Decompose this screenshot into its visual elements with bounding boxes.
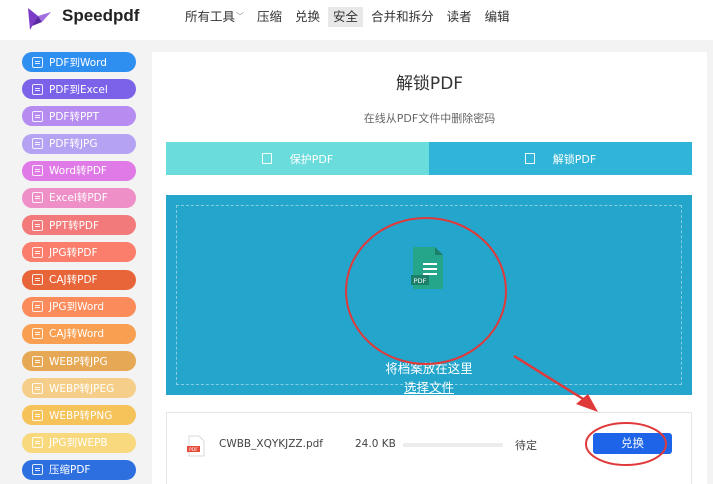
file-convert-icon — [32, 110, 43, 122]
sidebar-item[interactable]: 压缩PDF — [22, 459, 136, 480]
pdf-file-icon: PDF — [187, 435, 205, 457]
nav-label: 安全 — [333, 9, 359, 24]
sidebar-item[interactable]: Word转PDF — [22, 160, 136, 181]
sidebar-item[interactable]: PDF转JPG — [22, 133, 136, 154]
file-convert-icon — [32, 165, 43, 177]
file-convert-icon — [32, 437, 43, 449]
dropzone-text: 将档案放在这里 — [385, 361, 473, 376]
top-bar: Speedpdf 所有工具 ﹀ 压缩 兑换 安全 合并和拆分 读者 编辑 — [0, 0, 713, 40]
main-panel: 解锁PDF 在线从PDF文件中删除密码 保护PDF 解锁PDF PDF 将档案放… — [152, 52, 707, 484]
file-size: 24.0 KB — [355, 438, 396, 450]
sidebar-item-label: JPG转PDF — [49, 246, 98, 259]
file-convert-icon — [32, 219, 43, 231]
sidebar-item[interactable]: CAJ转PDF — [22, 269, 136, 290]
speedpdf-logo-icon[interactable] — [24, 6, 52, 32]
file-convert-icon — [32, 464, 43, 476]
file-row: PDF CWBB_XQYKJZZ.pdf 24.0 KB 待定 兑换 — [166, 412, 692, 484]
chevron-down-icon: ﹀ — [236, 12, 245, 21]
sidebar-item[interactable]: CAJ转Word — [22, 323, 136, 344]
nav-label: 兑换 — [295, 9, 321, 24]
tab-label: 解锁PDF — [552, 152, 597, 166]
lock-file-icon — [261, 153, 272, 164]
sidebar-item-label: CAJ转Word — [49, 328, 105, 341]
page-subtitle: 在线从PDF文件中删除密码 — [363, 112, 496, 125]
file-convert-icon — [32, 301, 43, 313]
tool-sidebar: PDF到Word PDF到Excel PDF转PPT PDF转JPG Word转PDF E… — [22, 52, 136, 484]
nav-label: 所有工具 — [185, 9, 236, 24]
page-title: 解锁PDF — [395, 74, 464, 94]
sidebar-item[interactable]: WEBP转PNG — [22, 405, 136, 426]
sidebar-item[interactable]: JPG转PDF — [22, 242, 136, 263]
nav-label: 编辑 — [484, 9, 510, 24]
sidebar-item[interactable]: PDF转PPT — [22, 106, 136, 127]
tab-protect-pdf[interactable]: 保护PDF — [166, 142, 429, 175]
sidebar-item[interactable]: WEBP转JPEG — [22, 378, 136, 399]
nav-reader[interactable]: 读者 — [442, 7, 477, 27]
file-convert-icon — [32, 192, 43, 204]
file-convert-icon — [32, 83, 43, 95]
sidebar-item-label: JPG到WEPB — [49, 437, 108, 450]
file-convert-icon — [32, 355, 43, 367]
sidebar-item[interactable]: JPG到Word — [22, 296, 136, 317]
sidebar-item-label: PDF转JPG — [49, 138, 98, 151]
sidebar-item-label: PDF转PPT — [49, 110, 100, 123]
nav-convert[interactable]: 兑换 — [290, 7, 325, 27]
file-convert-icon — [32, 246, 43, 258]
nav-label: 压缩 — [257, 9, 283, 24]
sidebar-item[interactable]: Excel转PDF — [22, 187, 136, 208]
sidebar-item-label: Word转PDF — [49, 165, 107, 178]
pdf-file-icon: PDF — [411, 247, 443, 289]
nav-security[interactable]: 安全 — [328, 7, 364, 27]
nav-label: 读者 — [446, 9, 472, 24]
sidebar-item[interactable]: JPG到WEPB — [22, 432, 136, 453]
file-status: 待定 — [515, 439, 537, 452]
nav-label: 合并和拆分 — [371, 9, 434, 24]
sidebar-item-label: CAJ转PDF — [49, 274, 98, 286]
convert-button[interactable]: 兑换 — [593, 433, 672, 454]
sidebar-item-label: PPT转PDF — [49, 219, 100, 232]
nav-compress[interactable]: 压缩 — [252, 7, 287, 27]
brand-name[interactable]: Speedpdf — [62, 6, 139, 26]
progress-bar — [403, 443, 503, 447]
unlock-file-icon — [524, 153, 535, 164]
mode-tabs: 保护PDF 解锁PDF — [166, 142, 692, 175]
sidebar-item-label: PDF到Word — [49, 56, 107, 69]
file-convert-icon — [32, 328, 43, 340]
sidebar-item[interactable]: PDF到Word — [22, 52, 136, 72]
nav-all-tools[interactable]: 所有工具 ﹀ — [180, 7, 249, 27]
tab-label: 保护PDF — [289, 152, 334, 166]
sidebar-item[interactable]: WEBP转JPG — [22, 351, 136, 372]
sidebar-item-label: WEBP转JPG — [49, 355, 108, 368]
sidebar-item-label: JPG到Word — [49, 301, 105, 314]
pdf-badge-text: PDF — [189, 447, 198, 453]
sidebar-item[interactable]: PPT转PDF — [22, 215, 136, 236]
sidebar-item-label: WEBP转PNG — [49, 409, 113, 422]
sidebar-item-label: Excel转PDF — [49, 192, 108, 205]
choose-file-link[interactable]: 选择文件 — [166, 377, 692, 396]
nav-merge-split[interactable]: 合并和拆分 — [366, 7, 439, 27]
sidebar-item-label: WEBP转JPEG — [49, 382, 115, 395]
tab-unlock-pdf[interactable]: 解锁PDF — [429, 142, 692, 175]
sidebar-item-label: 压缩PDF — [49, 464, 91, 477]
pdf-badge-text: PDF — [414, 277, 427, 285]
nav-edit[interactable]: 编辑 — [480, 7, 515, 27]
sidebar-item[interactable]: PDF到Excel — [22, 79, 136, 100]
file-dropzone[interactable]: PDF 将档案放在这里 选择文件 — [166, 195, 692, 395]
main-nav: 所有工具 ﹀ 压缩 兑换 安全 合并和拆分 读者 编辑 — [180, 7, 518, 27]
file-convert-icon — [32, 274, 43, 285]
file-convert-icon — [32, 409, 43, 421]
file-name: CWBB_XQYKJZZ.pdf — [219, 438, 323, 450]
file-convert-icon — [32, 56, 43, 68]
file-convert-icon — [32, 138, 43, 150]
sidebar-item-label: PDF到Excel — [49, 83, 108, 96]
file-convert-icon — [32, 382, 43, 394]
